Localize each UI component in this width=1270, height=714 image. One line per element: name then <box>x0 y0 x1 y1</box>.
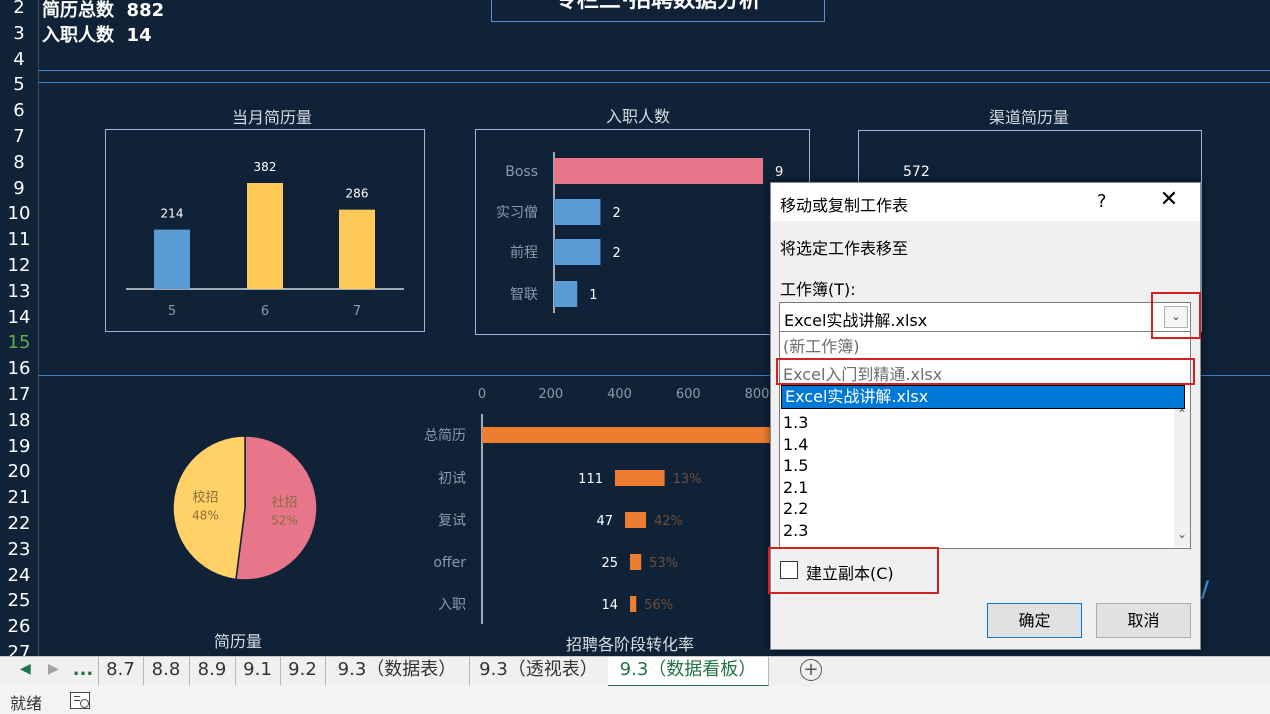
monthly-bar <box>247 183 283 289</box>
workbook-list-item[interactable]: 1.4 <box>783 435 808 454</box>
workbook-list-item[interactable]: 1.3 <box>783 413 808 432</box>
funnel-category-label: 初试 <box>438 470 466 487</box>
workbook-list-item[interactable]: 2.2 <box>783 499 808 518</box>
close-icon[interactable]: ✕ <box>1155 187 1183 212</box>
scroll-down-icon[interactable]: ⌄ <box>1177 527 1187 541</box>
workbook-list-item-selected[interactable]: Excel实战讲解.xlsx <box>781 385 1185 409</box>
monthly-category-label: 5 <box>168 304 176 319</box>
monthly-data-label: 214 <box>161 207 184 221</box>
sheet-tab[interactable]: 9.3（数据看板） <box>608 657 769 687</box>
hired-data-label: 1 <box>589 288 597 303</box>
funnel-data-label: 111 <box>578 472 603 487</box>
monthly-bar <box>339 209 375 289</box>
hired-bar <box>554 199 601 225</box>
funnel-x-tick: 600 <box>676 387 701 402</box>
monthly-bar <box>154 229 190 289</box>
workbook-combobox-value: Excel实战讲解.xlsx <box>784 311 928 330</box>
listbox-scrollbar[interactable]: ⌃ ⌄ <box>1174 407 1190 547</box>
tab-scroll-left-icon[interactable]: ◀ <box>20 661 31 677</box>
funnel-bar <box>630 596 637 612</box>
status-ready: 就绪 <box>10 694 43 713</box>
tab-more[interactable]: ... <box>68 657 99 685</box>
funnel-data-label: 47 <box>596 514 613 529</box>
funnel-bar <box>630 554 642 570</box>
funnel-category-label: 入职 <box>438 597 466 613</box>
hired-category-label: Boss <box>505 164 538 180</box>
funnel-x-tick: 200 <box>538 387 563 402</box>
hired-bar <box>554 239 601 265</box>
monthly-category-label: 7 <box>353 304 361 319</box>
dialog-title: 移动或复制工作表 <box>780 196 909 215</box>
pie-slice-label: 社招 <box>272 494 298 510</box>
funnel-rate-label: 53% <box>649 556 678 571</box>
funnel-category-label: 总简历 <box>424 427 466 444</box>
funnel-bar <box>625 512 647 528</box>
workbook-list-item[interactable]: 1.5 <box>783 456 808 475</box>
funnel-rate-label: 56% <box>644 598 673 613</box>
dialog-titlebar[interactable]: 移动或复制工作表 ? ✕ <box>771 183 1200 221</box>
funnel-x-tick: 0 <box>478 387 486 402</box>
pie-slice-label: 校招 <box>192 490 218 506</box>
status-bar: 就绪 <box>0 686 1270 714</box>
tab-scroll-right-icon[interactable]: ▶ <box>48 661 59 677</box>
help-icon[interactable]: ? <box>1097 191 1107 212</box>
funnel-bar <box>615 470 665 486</box>
scroll-up-icon[interactable]: ⌃ <box>1177 407 1187 421</box>
pie-slice-percent: 48% <box>192 509 219 523</box>
macro-recorder-icon[interactable] <box>70 692 90 709</box>
monthly-data-label: 382 <box>254 160 277 174</box>
hired-category-label: 前程 <box>510 244 538 261</box>
workbook-label: 工作簿(T): <box>780 280 856 299</box>
hired-bar <box>554 281 578 307</box>
funnel-rate-label: 42% <box>654 514 683 529</box>
highlight-copy-checkbox <box>768 547 939 594</box>
workbook-list-item[interactable]: (新工作簿) <box>783 333 860 357</box>
decorative-mark: / <box>1201 578 1210 603</box>
hired-category-label: 智联 <box>510 287 538 303</box>
workbook-combobox[interactable]: Excel实战讲解.xlsx ⌄ <box>779 302 1191 332</box>
hired-data-label: 2 <box>612 206 620 221</box>
funnel-category-label: offer <box>433 555 466 571</box>
add-sheet-icon[interactable]: + <box>800 659 822 681</box>
monthly-category-label: 6 <box>261 304 269 319</box>
workbook-list-item[interactable]: 2.1 <box>783 478 808 497</box>
funnel-bar <box>482 427 772 443</box>
sheet-tab[interactable]: 9.3（数据表） <box>325 657 470 685</box>
funnel-data-label: 25 <box>601 556 618 571</box>
monthly-data-label: 286 <box>346 187 369 201</box>
sheet-tab[interactable]: 8.8 <box>143 657 190 685</box>
highlight-workbook-item <box>776 358 1195 385</box>
sheet-tab[interactable]: 9.2 <box>280 657 326 685</box>
funnel-x-tick: 400 <box>607 387 632 402</box>
funnel-rate-label: 13% <box>673 472 702 487</box>
cancel-button[interactable]: 取消 <box>1096 603 1191 638</box>
workbook-list-item[interactable]: 2.3 <box>783 521 808 540</box>
sheet-tab-bar: ◀ ▶ ... 8.7 8.8 8.9 9.1 9.2 9.3（数据表） 9.3（透视表） 9.… <box>0 656 1270 687</box>
sheet-tab[interactable]: 9.1 <box>235 657 281 685</box>
sheet-tab[interactable]: 8.9 <box>189 657 236 685</box>
sheet-tab[interactable]: 8.7 <box>98 657 144 685</box>
funnel-category-label: 复试 <box>438 512 466 529</box>
funnel-x-tick: 800 <box>745 387 770 402</box>
hired-data-label: 2 <box>612 246 620 261</box>
highlight-dropdown-button <box>1151 292 1201 339</box>
hired-data-label: 9 <box>775 165 783 180</box>
pie-slice-percent: 52% <box>271 513 298 527</box>
hired-bar <box>554 158 763 184</box>
ok-button[interactable]: 确定 <box>987 603 1082 638</box>
hired-category-label: 实习僧 <box>496 205 538 221</box>
sheet-tab[interactable]: 9.3（透视表） <box>469 657 609 685</box>
funnel-data-label: 14 <box>601 598 618 613</box>
move-to-label: 将选定工作表移至 <box>780 239 909 258</box>
